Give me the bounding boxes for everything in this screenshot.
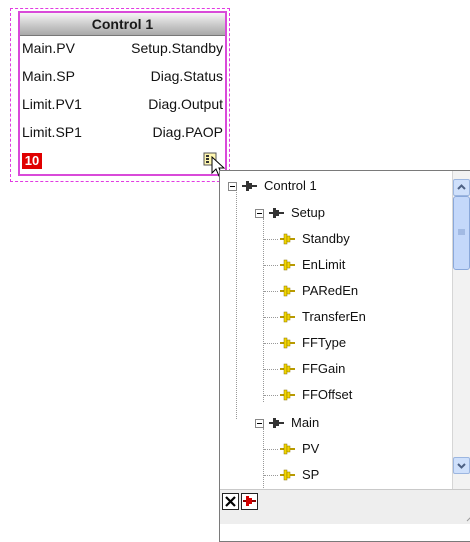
connector-pin-icon	[280, 337, 295, 349]
connector-pin-icon	[280, 259, 295, 271]
tree-node-control1[interactable]: Control 1	[228, 177, 438, 195]
connector-pin-icon	[280, 363, 295, 375]
popup-toolbar	[220, 489, 470, 524]
tree-node-main[interactable]: Main	[255, 414, 435, 432]
tree-leaf-label: PARedEn	[302, 283, 359, 298]
disconnect-button[interactable]	[241, 493, 258, 510]
connector-pin-icon	[280, 233, 295, 245]
scroll-thumb[interactable]	[453, 196, 470, 270]
connector-pin-icon	[280, 469, 295, 481]
chevron-up-icon	[457, 184, 466, 190]
tree-leaf-label: PV	[302, 441, 320, 456]
connector-tree[interactable]: Control 1 Setup Standby EnLimit PARedEn …	[220, 171, 452, 489]
tree-leaf-label: Standby	[302, 231, 350, 246]
tree-leaf-label: FFOffset	[302, 387, 353, 402]
scroll-up-button[interactable]	[453, 179, 470, 196]
connector-group-icon	[269, 418, 284, 428]
collapse-icon[interactable]	[255, 209, 264, 218]
connector-pin-icon	[280, 389, 295, 401]
output-pin-diag-output[interactable]: Diag.Output	[148, 96, 223, 112]
collapse-icon[interactable]	[228, 182, 237, 191]
tree-leaf-label: EnLimit	[302, 257, 346, 272]
execution-order-badge: 10	[22, 153, 42, 169]
tree-guide	[236, 189, 237, 419]
function-block-control1[interactable]: Control 1 Main.PV Main.SP Limit.PV1 Limi…	[18, 11, 227, 176]
scroll-down-button[interactable]	[453, 457, 470, 474]
tree-guide	[263, 218, 264, 402]
resize-grip-icon[interactable]	[464, 510, 470, 522]
input-pin-main-pv[interactable]: Main.PV	[22, 40, 75, 56]
tree-leaf-label: FFGain	[302, 361, 346, 376]
chevron-down-icon	[457, 463, 466, 469]
close-button[interactable]	[222, 493, 239, 510]
tree-vertical-scrollbar[interactable]	[452, 171, 470, 489]
tree-node-setup[interactable]: Setup	[255, 204, 435, 222]
connector-group-icon	[269, 208, 284, 218]
tree-label-main: Main	[291, 415, 320, 430]
red-connector-icon	[243, 496, 256, 506]
connector-tree-popup[interactable]: Control 1 Setup Standby EnLimit PARedEn …	[219, 170, 470, 542]
tree-leaf-label: SP	[302, 467, 320, 482]
tree-leaf-label: FFType	[302, 335, 347, 350]
connector-pin-icon	[280, 285, 295, 297]
block-title[interactable]: Control 1	[20, 13, 225, 36]
connector-group-icon	[242, 181, 257, 191]
close-icon	[225, 496, 236, 507]
tree-guide	[263, 428, 264, 488]
input-pin-limit-sp1[interactable]: Limit.SP1	[22, 124, 82, 140]
grip-icon	[458, 229, 465, 235]
output-pin-diag-paop[interactable]: Diag.PAOP	[152, 124, 223, 140]
collapse-icon[interactable]	[255, 419, 264, 428]
tree-label-control1: Control 1	[264, 178, 317, 193]
output-pin-setup-standby[interactable]: Setup.Standby	[131, 40, 223, 56]
output-pin-diag-status[interactable]: Diag.Status	[151, 68, 223, 84]
connector-pin-icon	[280, 443, 295, 455]
tree-label-setup: Setup	[291, 205, 325, 220]
tree-leaf-label: TransferEn	[302, 309, 366, 324]
input-pin-limit-pv1[interactable]: Limit.PV1	[22, 96, 82, 112]
connector-pin-icon	[280, 311, 295, 323]
input-pin-main-sp[interactable]: Main.SP	[22, 68, 75, 84]
